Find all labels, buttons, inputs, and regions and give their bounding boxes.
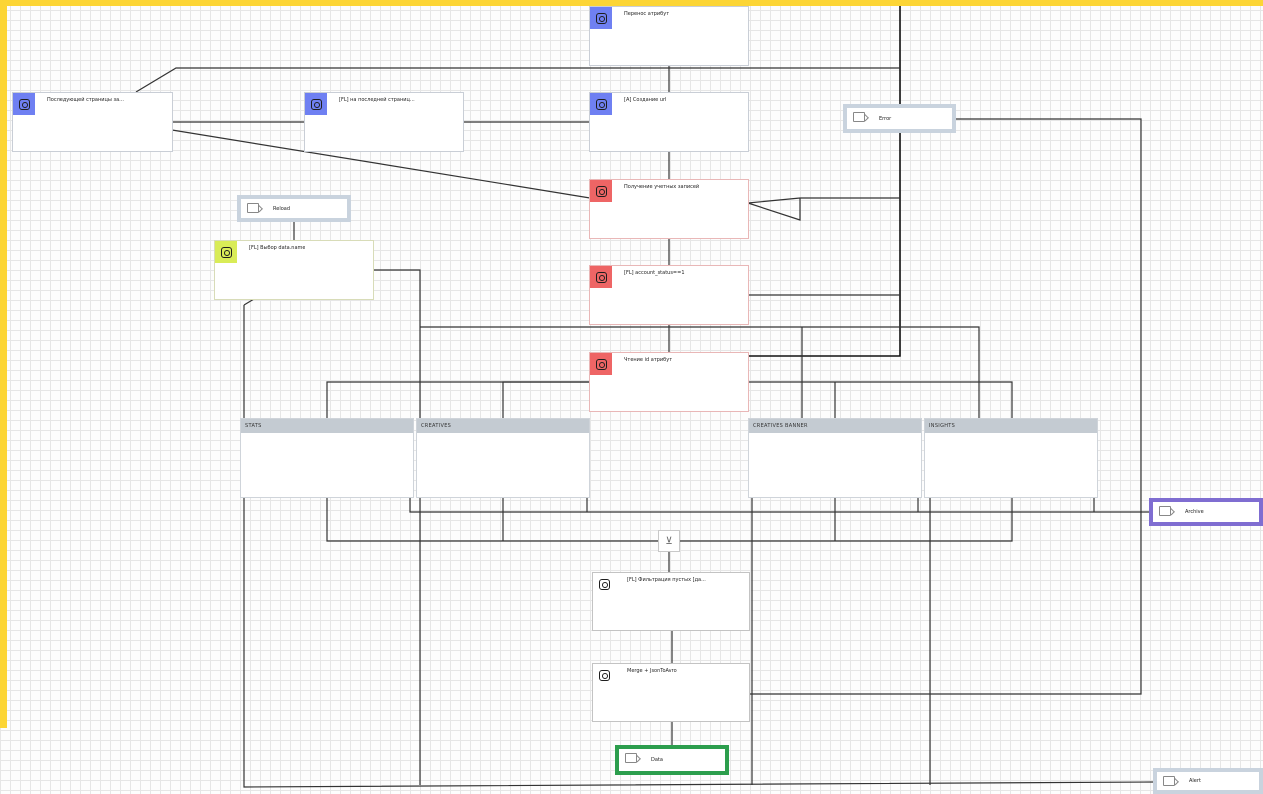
processor-icon	[590, 93, 612, 115]
output-port-icon	[853, 112, 865, 122]
input-port-icon	[247, 203, 259, 213]
processor-icon	[13, 93, 35, 115]
node-label: [FL] account_status==1	[624, 270, 685, 276]
port-alert[interactable]: Alert	[1153, 768, 1263, 794]
group-insights[interactable]: INSIGHTS	[924, 418, 1098, 498]
node-label: [FL] Выбор data.name	[249, 245, 306, 251]
port-reload[interactable]: Reload	[237, 195, 351, 222]
output-port-icon	[1159, 506, 1171, 516]
node-get-accounts[interactable]: Получение учетных записей	[589, 179, 749, 239]
group-title: STATS	[241, 419, 413, 433]
processor-icon	[593, 573, 615, 595]
node-create-url[interactable]: [A] Создание url	[589, 92, 749, 152]
processor-icon	[590, 7, 612, 29]
group-title: CREATIVES	[417, 419, 589, 433]
group-title: INSIGHTS	[925, 419, 1097, 433]
node-next-page[interactable]: Последующей страницы за...	[12, 92, 173, 152]
node-last-page[interactable]: [FL] на последней страниц...	[304, 92, 464, 152]
node-perenos-atribut[interactable]: Перенос атрибут	[589, 6, 749, 66]
port-label: Error	[879, 115, 892, 122]
output-port-icon	[625, 753, 637, 763]
port-data[interactable]: Data	[615, 745, 729, 775]
group-creatives-banner[interactable]: CREATIVES BANNER	[748, 418, 922, 498]
node-read-id[interactable]: Чтение id атрибут	[589, 352, 749, 412]
node-label: Получение учетных записей	[624, 184, 700, 190]
port-label: Reload	[273, 205, 291, 212]
group-stats[interactable]: STATS	[240, 418, 414, 498]
node-label: [A] Создание url	[624, 97, 667, 103]
processor-icon	[593, 664, 615, 686]
processor-icon	[215, 241, 237, 263]
node-label: Merge + JsonToAvro	[627, 668, 677, 674]
funnel-merge-icon[interactable]: ⊻	[658, 530, 680, 552]
port-label: Alert	[1189, 778, 1201, 784]
node-label: Чтение id атрибут	[624, 357, 673, 363]
node-label: Перенос атрибут	[624, 11, 670, 17]
group-title: CREATIVES BANNER	[749, 419, 921, 433]
processor-icon	[305, 93, 327, 115]
port-label: Data	[651, 757, 663, 763]
node-filter-empty[interactable]: [FL] Фильтрация пустых [да...	[592, 572, 750, 631]
output-port-icon	[1163, 776, 1175, 786]
port-error[interactable]: Error	[843, 104, 956, 133]
node-label: Последующей страницы за...	[47, 97, 124, 103]
node-label: [FL] Фильтрация пустых [да...	[627, 577, 706, 583]
node-account-status[interactable]: [FL] account_status==1	[589, 265, 749, 325]
processor-icon	[590, 180, 612, 202]
processor-icon	[590, 353, 612, 375]
port-label: Archive	[1185, 509, 1204, 515]
node-select-data-name[interactable]: [FL] Выбор data.name	[214, 240, 374, 300]
processor-icon	[590, 266, 612, 288]
port-archive[interactable]: Archive	[1149, 498, 1263, 526]
node-label: [FL] на последней страниц...	[339, 97, 415, 103]
group-creatives[interactable]: CREATIVES	[416, 418, 590, 498]
node-merge-json-avro[interactable]: Merge + JsonToAvro	[592, 663, 750, 722]
